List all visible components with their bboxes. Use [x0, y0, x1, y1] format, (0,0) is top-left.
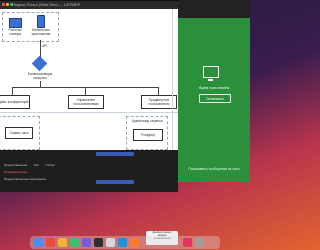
connector-line	[85, 87, 86, 95]
mobile-label: Мобильные приложения	[31, 28, 51, 36]
balancer-label: Балансировщик нагрузки	[27, 72, 53, 80]
table-row[interactable]: Предоставление Тест Статус	[0, 162, 178, 168]
screen-share-icon-stand	[208, 79, 213, 81]
diagram-window: Яндекс.Почта (Web Dev) — СЕРВЕР Рабочая …	[0, 1, 178, 150]
app-icon[interactable]	[130, 238, 139, 247]
cell: Предварительно	[4, 170, 28, 174]
app-icon[interactable]	[82, 238, 91, 247]
chat-service-box[interactable]: Сервис чата	[5, 127, 33, 139]
cell: Предоставление	[4, 163, 28, 167]
chat-messages-toggle[interactable]: Показывать сообщения из чата	[178, 167, 250, 171]
divider	[0, 112, 178, 113]
storage-title: Хранилище сервиса	[131, 119, 163, 123]
workstation-label: Рабочая станция	[8, 28, 22, 36]
cell: Тест	[33, 163, 40, 167]
service-box-center[interactable]: Управление пользователями	[68, 95, 104, 109]
table-row[interactable]: Предоставленные материалы	[0, 176, 178, 182]
workstation-icon[interactable]	[9, 18, 22, 28]
terminal-icon[interactable]	[94, 238, 103, 247]
screen-share-icon	[203, 66, 219, 78]
connector-line	[12, 87, 13, 95]
title-bar: Яндекс.Почта (Web Dev) — СЕРВЕР	[0, 1, 178, 9]
minimize-icon[interactable]	[6, 3, 9, 6]
window-title: Яндекс.Почта (Web Dev) — СЕРВЕР	[12, 2, 81, 7]
app-icon[interactable]	[70, 238, 79, 247]
trash-icon[interactable]	[195, 238, 204, 247]
call-header	[178, 0, 250, 18]
cell: Статус	[45, 163, 56, 167]
connector-line	[158, 87, 159, 95]
service-box-left[interactable]: Сервис конференций	[0, 95, 30, 109]
app-icon[interactable]	[118, 238, 127, 247]
cell: Предоставленные материалы	[4, 177, 46, 181]
selected-row-highlight[interactable]	[96, 180, 134, 184]
storage-item-box[interactable]: Postgreql	[133, 129, 163, 141]
table-row[interactable]: Предварительно	[0, 169, 178, 175]
mobile-icon[interactable]	[37, 15, 45, 28]
stop-share-button[interactable]: Остановить	[199, 94, 231, 103]
connector-line	[40, 40, 41, 58]
diagram-canvas[interactable]: Рабочая станция Мобильные приложения API…	[0, 9, 178, 150]
bottom-window: Предоставление Тест Статус Предварительн…	[0, 150, 178, 192]
finder-icon[interactable]	[34, 238, 43, 247]
guide-line	[172, 9, 173, 150]
dock	[30, 236, 220, 249]
balancer-icon[interactable]	[31, 55, 48, 72]
app-icon[interactable]	[106, 238, 115, 247]
app-icon[interactable]	[183, 238, 192, 247]
close-icon[interactable]	[2, 3, 5, 6]
api-label: API	[42, 44, 48, 48]
app-icon[interactable]	[46, 238, 55, 247]
call-panel: Ждём пока начнём Остановить Показывать с…	[178, 18, 250, 182]
app-icon[interactable]	[58, 238, 67, 247]
selected-tab[interactable]	[96, 152, 134, 156]
call-status-text: Ждём пока начнём	[198, 86, 230, 90]
